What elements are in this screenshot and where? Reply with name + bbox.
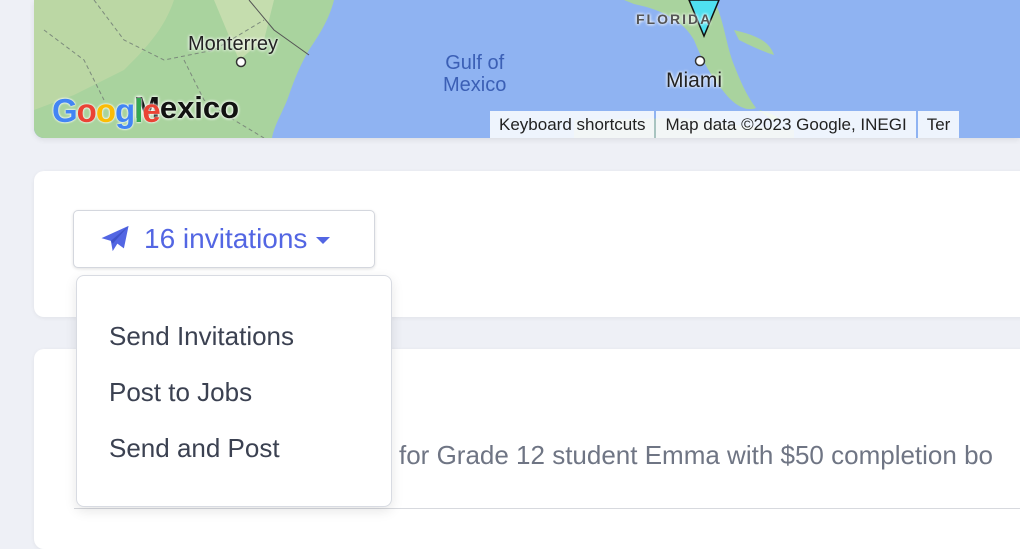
map-data-attribution: Map data ©2023 Google, INEGI: [656, 111, 916, 138]
google-logo-letter: o: [95, 92, 116, 129]
map-attribution-bar: Keyboard shortcuts Map data ©2023 Google…: [490, 111, 961, 138]
terms-link[interactable]: Ter: [917, 111, 960, 138]
invitations-dropdown-button[interactable]: 16 invitations: [73, 210, 375, 268]
map-label-gulf-of-mexico: Gulf of Mexico: [443, 52, 506, 96]
section-divider: [74, 508, 1020, 509]
map-label-florida: FLORIDA: [636, 11, 713, 27]
google-logo-letter: G: [52, 92, 78, 129]
map-label-gulf-line2: Mexico: [443, 74, 507, 96]
map-label-monterrey: Monterrey: [188, 33, 279, 55]
job-description-text: for Grade 12 student Emma with $50 compl…: [399, 440, 993, 470]
keyboard-shortcuts-link[interactable]: Keyboard shortcuts: [490, 111, 655, 138]
map-label-gulf-line1: Gulf of: [445, 52, 505, 74]
google-logo[interactable]: Google: [52, 92, 161, 130]
invitations-dropdown-menu: Send Invitations Post to Jobs Send and P…: [76, 275, 392, 507]
google-logo-letter: e: [142, 92, 160, 129]
menu-item-send-invitations[interactable]: Send Invitations: [77, 308, 391, 364]
google-logo-letter: o: [76, 92, 97, 129]
google-logo-letter: g: [115, 92, 135, 129]
menu-item-post-to-jobs[interactable]: Post to Jobs: [77, 364, 391, 420]
invitations-count-label: 16 invitations: [144, 223, 308, 254]
map-view[interactable]: Monterrey Gulf of Mexico FLORIDA Miami M…: [34, 0, 1020, 138]
menu-item-send-and-post[interactable]: Send and Post: [77, 420, 391, 476]
caret-down-icon: [316, 236, 331, 244]
map-label-miami: Miami: [666, 69, 722, 92]
paper-plane-icon: [101, 225, 129, 252]
